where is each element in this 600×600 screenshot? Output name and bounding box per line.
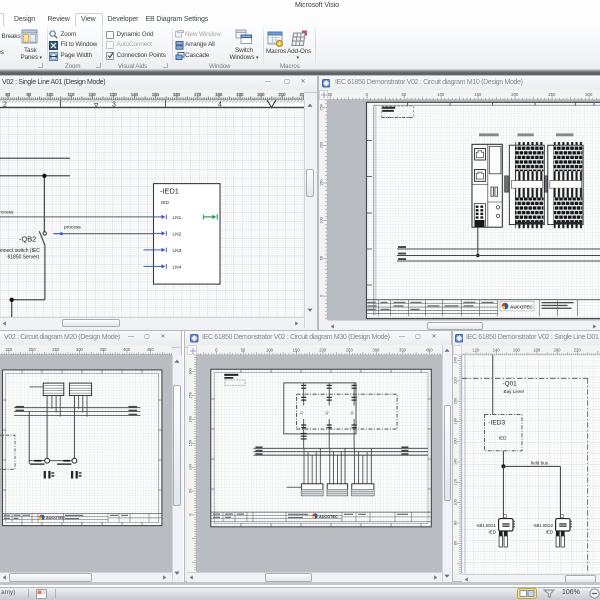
svg-text:450: 450 <box>147 347 155 352</box>
svg-text:field bus: field bus <box>531 460 549 465</box>
svg-text:80: 80 <box>454 521 458 525</box>
svg-text:IED: IED <box>499 435 507 440</box>
svg-text:120: 120 <box>89 92 97 97</box>
svg-text:200: 200 <box>554 347 562 352</box>
svg-text:0: 0 <box>320 294 324 296</box>
svg-text:-Q01: -Q01 <box>503 380 518 387</box>
svg-text:150: 150 <box>293 347 301 352</box>
svg-text:170: 170 <box>194 92 202 97</box>
svg-text:240: 240 <box>454 357 458 363</box>
svg-text:-QB2: -QB2 <box>19 234 36 243</box>
svg-text:50: 50 <box>401 92 406 97</box>
svg-text:180: 180 <box>454 418 458 424</box>
svg-text:160: 160 <box>454 438 458 444</box>
svg-text:130: 130 <box>110 92 118 97</box>
svg-text:90: 90 <box>26 92 31 97</box>
svg-text:0: 0 <box>189 514 193 516</box>
svg-text:180: 180 <box>533 347 541 352</box>
svg-text:250: 250 <box>548 92 556 97</box>
svg-text:100: 100 <box>189 464 193 470</box>
svg-text:140: 140 <box>493 347 501 352</box>
svg-text:100: 100 <box>320 217 324 223</box>
svg-text:220: 220 <box>454 377 458 383</box>
svg-text:LN1: LN1 <box>173 215 182 221</box>
svg-text:140: 140 <box>131 92 139 97</box>
svg-text:LN2: LN2 <box>173 231 182 237</box>
svg-text:100: 100 <box>266 347 274 352</box>
svg-text:3: 3 <box>112 101 116 108</box>
svg-text:50: 50 <box>241 347 246 352</box>
svg-text:160: 160 <box>513 347 521 352</box>
svg-text:220: 220 <box>300 92 304 97</box>
svg-text:-581.IED1: -581.IED1 <box>476 523 497 528</box>
svg-text:200: 200 <box>29 347 37 352</box>
svg-text:110: 110 <box>68 92 75 97</box>
svg-text:250: 250 <box>189 392 193 398</box>
svg-text:100: 100 <box>46 92 54 97</box>
svg-text:50: 50 <box>320 255 324 259</box>
svg-text:process: process <box>0 209 14 215</box>
svg-text:400: 400 <box>426 347 434 352</box>
svg-text:300: 300 <box>189 368 193 374</box>
svg-text:4: 4 <box>218 101 222 108</box>
svg-text:2: 2 <box>3 101 7 108</box>
svg-text:50: 50 <box>328 92 333 97</box>
svg-text:250: 250 <box>52 347 60 352</box>
svg-text:200: 200 <box>257 92 265 97</box>
svg-text:120: 120 <box>472 347 480 352</box>
svg-text:AUCOTEC: AUCOTEC <box>510 304 533 309</box>
svg-text:300: 300 <box>585 92 593 97</box>
svg-text:190: 190 <box>236 92 244 97</box>
svg-text:200: 200 <box>511 92 519 97</box>
svg-text:200: 200 <box>319 347 327 352</box>
svg-text:Disconnect switch (IEC: Disconnect switch (IEC <box>0 248 40 254</box>
svg-text:AUCOTEC: AUCOTEC <box>319 515 338 519</box>
svg-text:-581.IED2: -581.IED2 <box>533 523 554 528</box>
svg-text:250: 250 <box>320 104 324 110</box>
svg-text:250: 250 <box>346 347 354 352</box>
svg-text:300: 300 <box>76 347 84 352</box>
svg-text:160: 160 <box>173 92 181 97</box>
svg-text:150: 150 <box>474 92 482 97</box>
svg-text:60: 60 <box>454 541 458 545</box>
svg-text:80: 80 <box>5 92 10 97</box>
svg-text:200: 200 <box>189 416 193 422</box>
svg-text:LN4: LN4 <box>173 264 182 270</box>
svg-text:300: 300 <box>372 347 380 352</box>
svg-text:120: 120 <box>454 479 458 485</box>
svg-text:150: 150 <box>152 92 160 97</box>
svg-text:50: 50 <box>189 489 193 493</box>
svg-text:200: 200 <box>454 398 458 404</box>
svg-text:IED: IED <box>545 529 553 534</box>
svg-text:LN3: LN3 <box>173 248 182 254</box>
svg-text:150: 150 <box>320 179 324 185</box>
svg-text:220: 220 <box>574 347 582 352</box>
svg-text:140: 140 <box>454 459 458 465</box>
svg-text:150: 150 <box>189 440 193 446</box>
svg-text:100: 100 <box>454 499 458 505</box>
svg-text:400: 400 <box>123 347 131 352</box>
svg-text:AUCOTEC: AUCOTEC <box>46 516 65 520</box>
svg-text:350: 350 <box>100 347 108 352</box>
svg-text:350: 350 <box>399 347 407 352</box>
svg-text:-IED3: -IED3 <box>488 420 505 427</box>
svg-text:process: process <box>64 224 81 230</box>
svg-text:100: 100 <box>437 92 445 97</box>
svg-text:210: 210 <box>279 92 287 97</box>
svg-text:Bay Level: Bay Level <box>504 389 524 394</box>
svg-text:150: 150 <box>5 347 13 352</box>
svg-text:200: 200 <box>320 141 324 147</box>
svg-text:IED: IED <box>488 529 496 534</box>
svg-text:61850 Server): 61850 Server) <box>8 254 40 260</box>
svg-text:-IED1: -IED1 <box>160 186 179 195</box>
svg-text:180: 180 <box>215 92 223 97</box>
svg-text:IED: IED <box>161 200 170 206</box>
